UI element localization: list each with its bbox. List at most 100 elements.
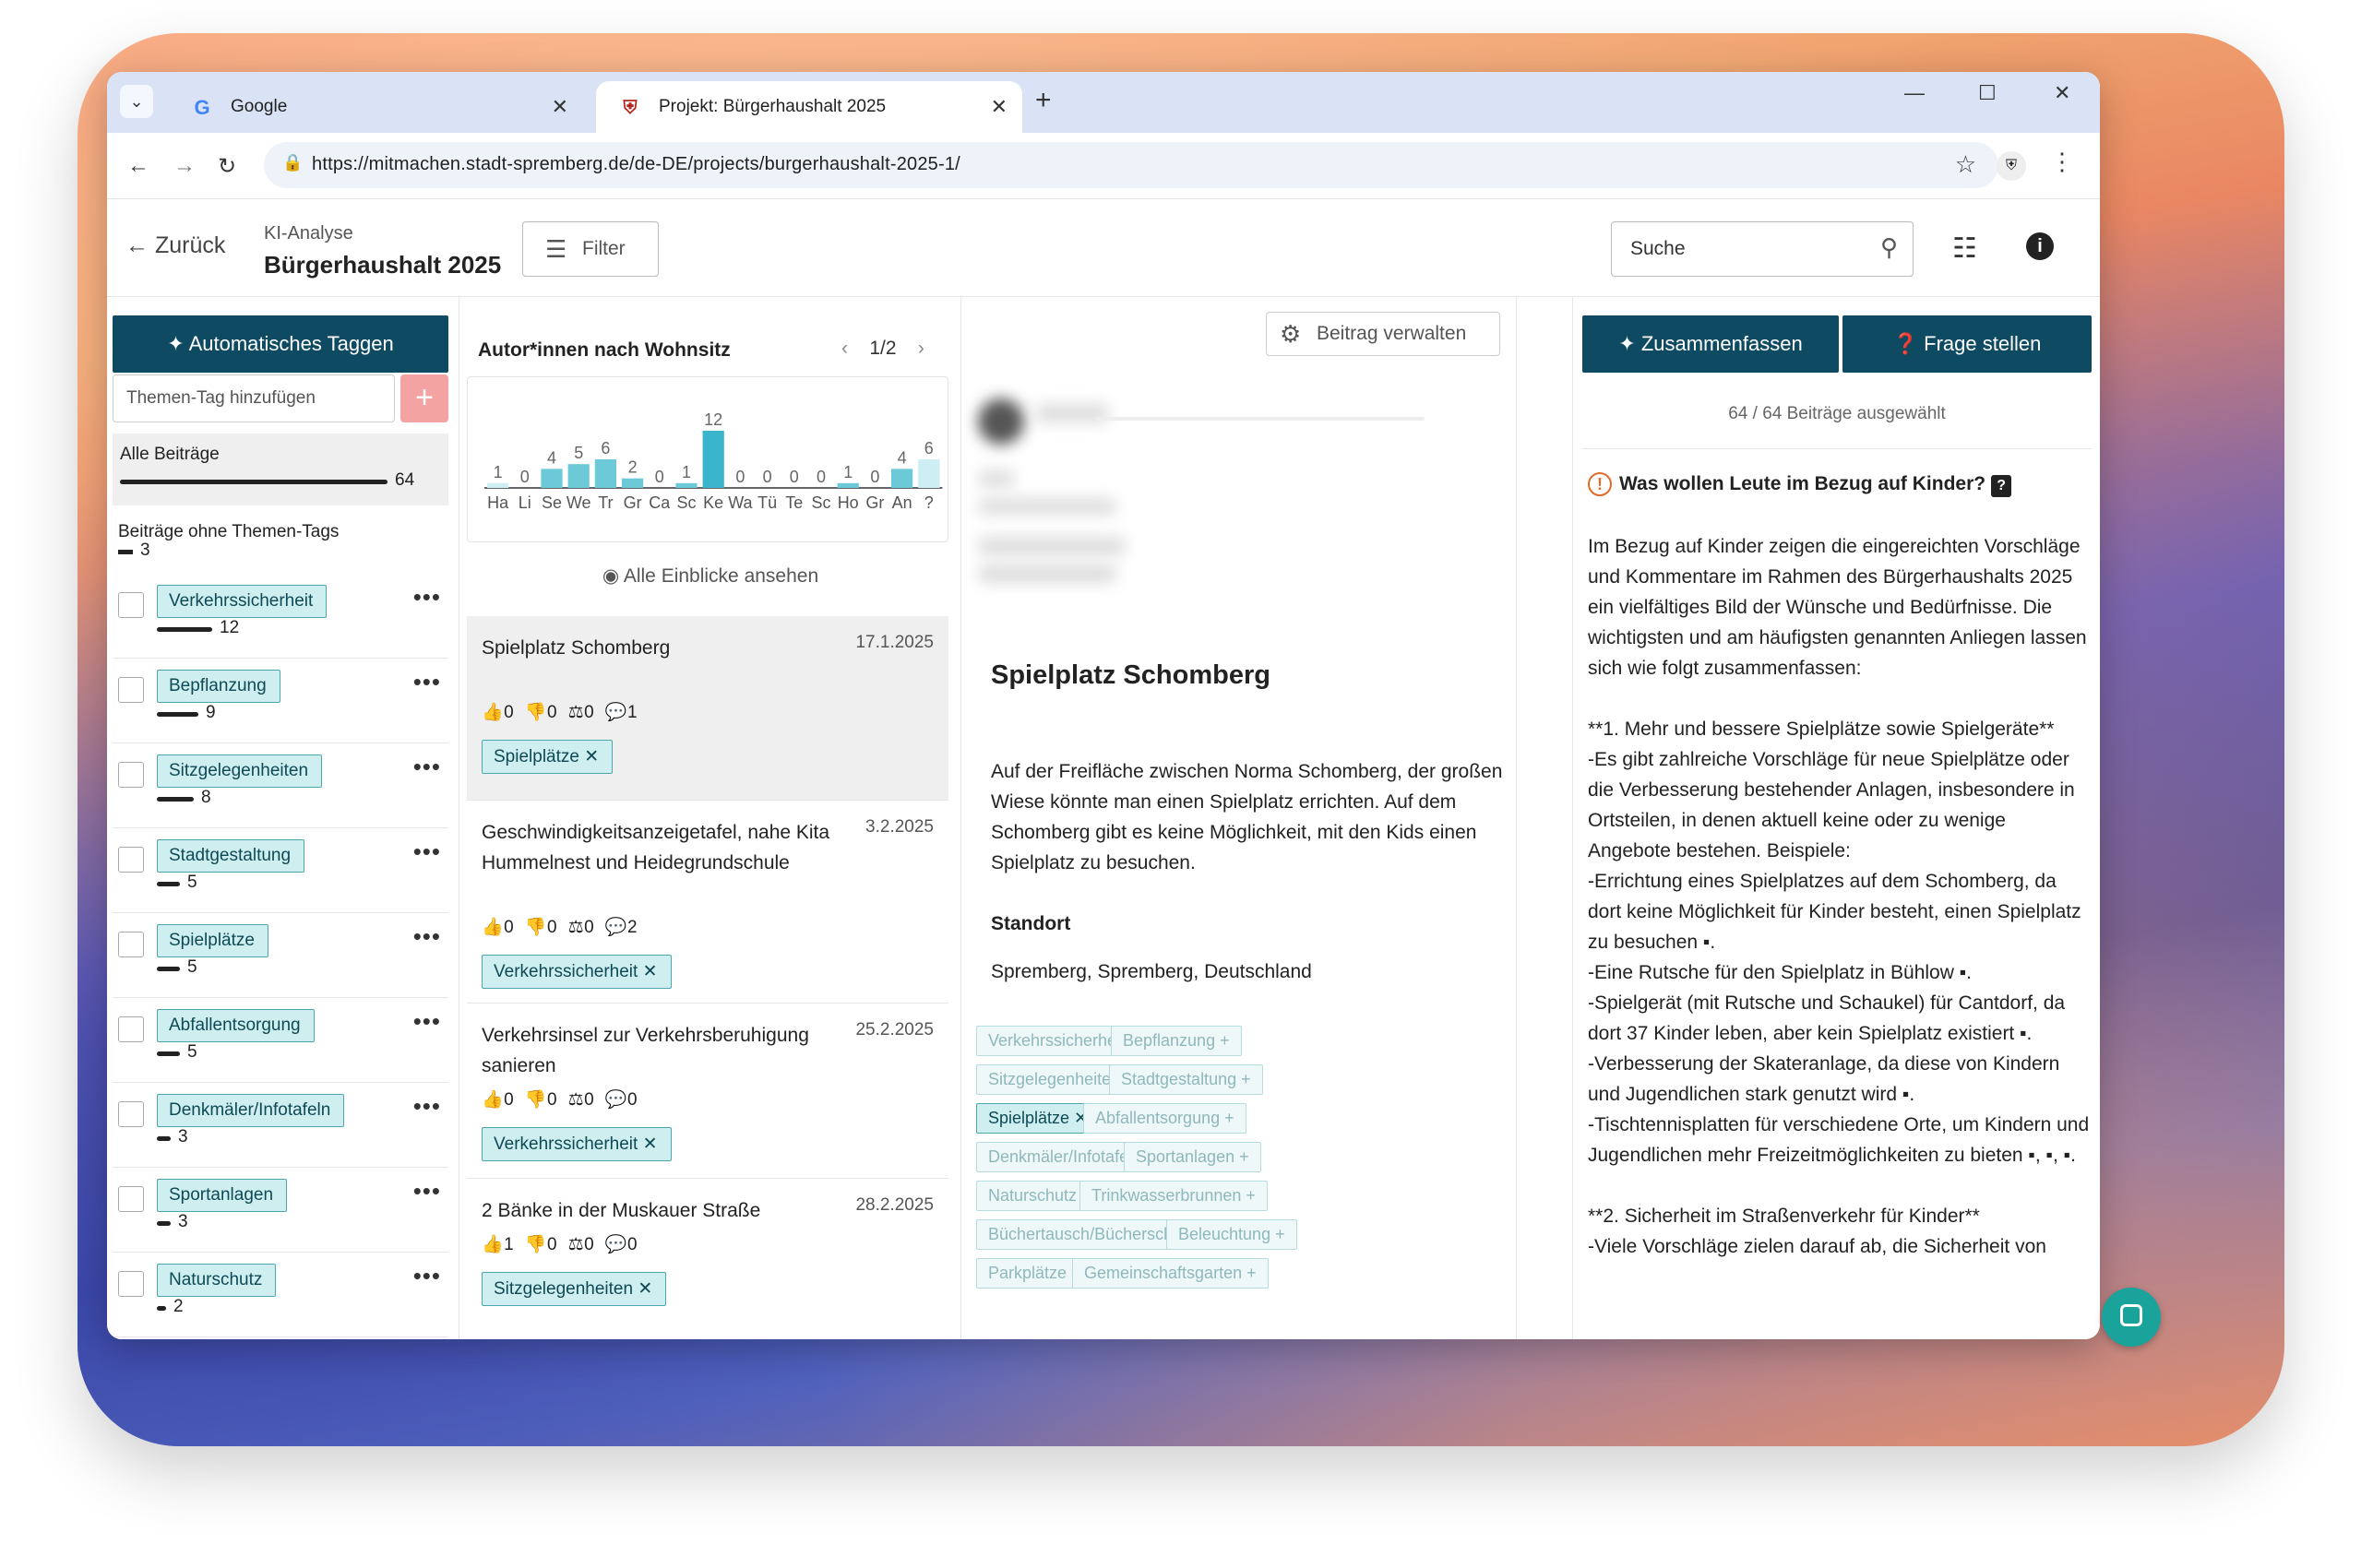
back-arrow-icon[interactable]: ← — [127, 153, 149, 179]
tag-row[interactable]: Bepflanzung ••• 9 — [113, 659, 448, 743]
more-options-icon[interactable]: ••• — [413, 668, 441, 696]
tag-chip[interactable]: Verkehrssicherheit — [157, 585, 328, 618]
chart-bar[interactable] — [918, 459, 940, 488]
all-posts-filter[interactable]: Alle Beiträge 64 — [113, 434, 448, 505]
chevron-right-icon[interactable]: › — [918, 338, 924, 359]
add-tag-button[interactable]: + — [400, 374, 448, 422]
chat-button[interactable] — [2102, 1288, 2161, 1347]
post-tag-chip[interactable]: Verkehrssicherheit ✕ — [482, 1127, 672, 1161]
tag-chip[interactable]: Sportanlagen — [157, 1179, 288, 1212]
browser-menu-icon[interactable]: ⋮ — [2050, 148, 2074, 176]
tag-row[interactable]: Naturschutz ••• 2 — [113, 1253, 448, 1337]
more-options-icon[interactable]: ••• — [413, 583, 441, 612]
search-input[interactable]: Suche ⚲ — [1611, 221, 1914, 277]
extension-shield-icon[interactable]: ⛨ — [1997, 151, 2026, 181]
chart-bar[interactable] — [487, 482, 509, 488]
more-options-icon[interactable]: ••• — [413, 1177, 441, 1206]
tag-chip[interactable]: Stadtgestaltung — [157, 839, 305, 873]
tab-google[interactable]: G Google ✕ — [168, 81, 583, 133]
tag-chip[interactable]: Naturschutz — [157, 1264, 277, 1297]
chart-bar[interactable] — [594, 459, 616, 488]
tag-checkbox[interactable] — [118, 592, 144, 618]
search-icon[interactable]: ⚲ — [1880, 220, 1898, 274]
tag-checkbox[interactable] — [118, 1186, 144, 1212]
more-options-icon[interactable]: ••• — [413, 1262, 441, 1290]
post-item[interactable]: Verkehrsinsel zur Verkehrsberuhigung san… — [467, 1004, 948, 1179]
untagged-filter[interactable]: Beiträge ohne Themen-Tags 3 — [118, 522, 339, 560]
tag-chip[interactable]: Denkmäler/Infotafeln — [157, 1094, 345, 1127]
minimize-icon[interactable]: — — [1904, 81, 1925, 105]
tag-checkbox[interactable] — [118, 677, 144, 703]
manage-post-button[interactable]: ⚙ Beitrag verwalten — [1266, 312, 1500, 356]
chart-bar[interactable] — [837, 482, 859, 488]
tag-chip[interactable]: Sitzgelegenheiten — [157, 754, 323, 788]
tag-row[interactable]: Sitzgelegenheiten ••• 8 — [113, 743, 448, 828]
tag-checkbox[interactable] — [118, 1271, 144, 1297]
tag-row[interactable]: Stadtgestaltung ••• 5 — [113, 828, 448, 913]
tag-row[interactable]: Denkmäler/Infotafeln ••• 3 — [113, 1083, 448, 1168]
tag-checkbox[interactable] — [118, 1016, 144, 1042]
maximize-icon[interactable]: ☐ — [1978, 81, 1997, 105]
post-tag-chip[interactable]: Spielplätze ✕ — [482, 740, 614, 774]
tag-count-bar — [157, 1221, 171, 1226]
more-options-icon[interactable]: ••• — [413, 1007, 441, 1036]
all-insights-link[interactable]: ◉ Alle Einblicke ansehen — [459, 564, 960, 588]
chart-bar[interactable] — [675, 482, 698, 488]
detail-tag-chip[interactable]: Bepflanzung + — [1111, 1026, 1242, 1056]
url-field[interactable]: 🔒 https://mitmachen.stadt-spremberg.de/d… — [264, 142, 1998, 188]
tag-row[interactable]: Sportanlagen ••• 3 — [113, 1168, 448, 1253]
detail-tag-chip[interactable]: Beleuchtung + — [1166, 1219, 1297, 1250]
auto-tag-button[interactable]: ✦ Automatisches Taggen — [113, 315, 448, 373]
detail-tag-chip[interactable]: Stadtgestaltung + — [1109, 1064, 1263, 1095]
chevron-left-icon[interactable]: ‹ — [841, 338, 848, 359]
detail-tag-chip[interactable]: Gemeinschaftsgarten + — [1072, 1258, 1269, 1289]
bookmark-star-icon[interactable]: ☆ — [1955, 150, 1976, 179]
add-tag-input[interactable]: Themen-Tag hinzufügen — [113, 374, 395, 422]
new-tab-icon[interactable]: + — [1035, 85, 1052, 116]
tag-chip[interactable]: Abfallentsorgung — [157, 1009, 315, 1042]
tag-checkbox[interactable] — [118, 1101, 144, 1127]
chart-bar[interactable] — [702, 431, 724, 488]
tag-checkbox[interactable] — [118, 932, 144, 957]
more-options-icon[interactable]: ••• — [413, 837, 441, 866]
more-options-icon[interactable]: ••• — [413, 753, 441, 781]
post-tag-chip[interactable]: Verkehrssicherheit ✕ — [482, 955, 672, 989]
detail-tag-chip[interactable]: Abfallentsorgung + — [1083, 1103, 1246, 1134]
info-icon[interactable]: i — [2026, 232, 2054, 260]
detail-tag-chip[interactable]: Spielplätze ✕ — [976, 1103, 1101, 1134]
chart-bar[interactable] — [622, 478, 644, 488]
close-tab-icon[interactable]: ✕ — [552, 81, 568, 133]
tab-project[interactable]: ⛨ Projekt: Bürgerhaushalt 2025 ✕ — [596, 81, 1022, 133]
summarize-button[interactable]: ✦ Zusammenfassen — [1582, 315, 1839, 373]
comment-count: 2 — [626, 918, 638, 937]
post-item[interactable]: Geschwindigkeitsanzeigetafel, nahe Kita … — [467, 801, 948, 1004]
detail-tag-chip[interactable]: Trinkwasserbrunnen + — [1079, 1181, 1268, 1211]
residence-chart-svg: 1 Ha 0 Li 4 Se 5 We 6 Tr 2 Gr 0 Ca 1 Sc 12 Ke 0 Wa 0 Tü 0 Te 0 Sc… — [484, 410, 943, 512]
tag-row[interactable]: Verkehrssicherheit ••• 12 — [113, 574, 448, 659]
close-window-icon[interactable]: ✕ — [2054, 81, 2070, 105]
tag-checkbox[interactable] — [118, 847, 144, 873]
more-options-icon[interactable]: ••• — [413, 1092, 441, 1121]
tab-search-dropdown[interactable]: ⌄ — [120, 85, 153, 118]
detail-tag-chip[interactable]: Sportanlagen + — [1124, 1142, 1261, 1172]
tag-checkbox[interactable] — [118, 762, 144, 788]
post-tag-chip[interactable]: Sitzgelegenheiten ✕ — [482, 1272, 667, 1306]
more-options-icon[interactable]: ••• — [413, 922, 441, 951]
reload-icon[interactable]: ↻ — [218, 153, 236, 180]
back-button[interactable]: ← Zurück — [125, 232, 225, 259]
filter-button[interactable]: ☰ Filter — [522, 221, 659, 277]
tag-chip[interactable]: Spielplätze — [157, 924, 268, 957]
thumbs-up-icon: 👍 — [482, 1090, 505, 1110]
chart-bar[interactable] — [891, 469, 913, 488]
post-item[interactable]: 2 Bänke in der Muskauer Straße 28.2.2025… — [467, 1179, 948, 1339]
close-tab-icon[interactable]: ✕ — [991, 81, 1008, 133]
tag-chip[interactable]: Bepflanzung — [157, 670, 280, 703]
ask-question-button[interactable]: ❓ Frage stellen — [1842, 315, 2092, 373]
forward-arrow-icon[interactable]: → — [173, 153, 196, 179]
chart-bar[interactable] — [567, 464, 590, 488]
list-view-icon[interactable]: ☷ — [1952, 232, 1977, 265]
post-item[interactable]: Spielplatz Schomberg 17.1.2025 👍0 👎0 ⚖0 … — [467, 616, 948, 801]
tag-row[interactable]: Spielplätze ••• 5 — [113, 913, 448, 998]
tag-row[interactable]: Abfallentsorgung ••• 5 — [113, 998, 448, 1083]
chart-bar[interactable] — [541, 469, 563, 488]
